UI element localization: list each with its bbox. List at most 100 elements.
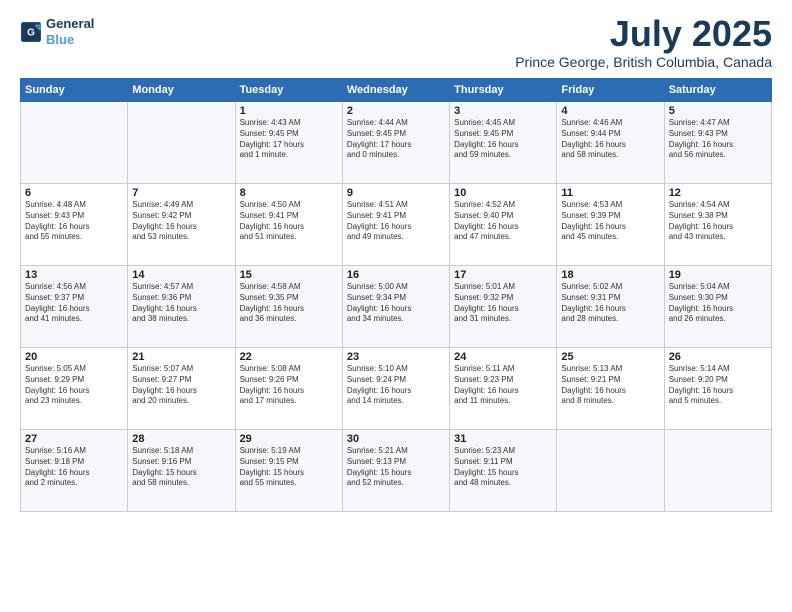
calendar-cell: 19Sunrise: 5:04 AM Sunset: 9:30 PM Dayli…: [664, 266, 771, 348]
day-info: Sunrise: 4:52 AM Sunset: 9:40 PM Dayligh…: [454, 200, 552, 243]
day-number: 3: [454, 105, 552, 117]
calendar-cell: [128, 102, 235, 184]
day-info: Sunrise: 5:19 AM Sunset: 9:15 PM Dayligh…: [240, 446, 338, 489]
calendar-cell: 13Sunrise: 4:56 AM Sunset: 9:37 PM Dayli…: [21, 266, 128, 348]
calendar-cell: 24Sunrise: 5:11 AM Sunset: 9:23 PM Dayli…: [450, 348, 557, 430]
calendar-cell: 6Sunrise: 4:48 AM Sunset: 9:43 PM Daylig…: [21, 184, 128, 266]
calendar-cell: 11Sunrise: 4:53 AM Sunset: 9:39 PM Dayli…: [557, 184, 664, 266]
day-number: 7: [132, 187, 230, 199]
day-number: 31: [454, 433, 552, 445]
calendar-cell: 12Sunrise: 4:54 AM Sunset: 9:38 PM Dayli…: [664, 184, 771, 266]
day-info: Sunrise: 4:51 AM Sunset: 9:41 PM Dayligh…: [347, 200, 445, 243]
day-number: 28: [132, 433, 230, 445]
day-info: Sunrise: 4:56 AM Sunset: 9:37 PM Dayligh…: [25, 282, 123, 325]
day-number: 26: [669, 351, 767, 363]
day-number: 12: [669, 187, 767, 199]
calendar-cell: 27Sunrise: 5:16 AM Sunset: 9:18 PM Dayli…: [21, 430, 128, 512]
day-info: Sunrise: 5:23 AM Sunset: 9:11 PM Dayligh…: [454, 446, 552, 489]
calendar-cell: 31Sunrise: 5:23 AM Sunset: 9:11 PM Dayli…: [450, 430, 557, 512]
day-info: Sunrise: 4:44 AM Sunset: 9:45 PM Dayligh…: [347, 118, 445, 161]
calendar-cell: 21Sunrise: 5:07 AM Sunset: 9:27 PM Dayli…: [128, 348, 235, 430]
calendar-cell: 29Sunrise: 5:19 AM Sunset: 9:15 PM Dayli…: [235, 430, 342, 512]
calendar-cell: 26Sunrise: 5:14 AM Sunset: 9:20 PM Dayli…: [664, 348, 771, 430]
day-number: 30: [347, 433, 445, 445]
day-info: Sunrise: 5:11 AM Sunset: 9:23 PM Dayligh…: [454, 364, 552, 407]
week-row-1: 1Sunrise: 4:43 AM Sunset: 9:45 PM Daylig…: [21, 102, 772, 184]
day-number: 15: [240, 269, 338, 281]
day-info: Sunrise: 5:05 AM Sunset: 9:29 PM Dayligh…: [25, 364, 123, 407]
day-number: 29: [240, 433, 338, 445]
day-info: Sunrise: 5:18 AM Sunset: 9:16 PM Dayligh…: [132, 446, 230, 489]
day-info: Sunrise: 5:08 AM Sunset: 9:26 PM Dayligh…: [240, 364, 338, 407]
day-info: Sunrise: 4:45 AM Sunset: 9:45 PM Dayligh…: [454, 118, 552, 161]
calendar-cell: 4Sunrise: 4:46 AM Sunset: 9:44 PM Daylig…: [557, 102, 664, 184]
day-number: 2: [347, 105, 445, 117]
calendar-cell: 18Sunrise: 5:02 AM Sunset: 9:31 PM Dayli…: [557, 266, 664, 348]
calendar-cell: [21, 102, 128, 184]
day-info: Sunrise: 5:13 AM Sunset: 9:21 PM Dayligh…: [561, 364, 659, 407]
page-header: G General Blue July 2025 Prince George, …: [20, 16, 772, 70]
day-info: Sunrise: 4:53 AM Sunset: 9:39 PM Dayligh…: [561, 200, 659, 243]
day-number: 9: [347, 187, 445, 199]
calendar-cell: 8Sunrise: 4:50 AM Sunset: 9:41 PM Daylig…: [235, 184, 342, 266]
main-title: July 2025: [515, 16, 772, 52]
calendar-cell: 1Sunrise: 4:43 AM Sunset: 9:45 PM Daylig…: [235, 102, 342, 184]
calendar-table: SundayMondayTuesdayWednesdayThursdayFrid…: [20, 78, 772, 512]
day-info: Sunrise: 4:48 AM Sunset: 9:43 PM Dayligh…: [25, 200, 123, 243]
day-info: Sunrise: 5:14 AM Sunset: 9:20 PM Dayligh…: [669, 364, 767, 407]
calendar-cell: 7Sunrise: 4:49 AM Sunset: 9:42 PM Daylig…: [128, 184, 235, 266]
day-info: Sunrise: 5:16 AM Sunset: 9:18 PM Dayligh…: [25, 446, 123, 489]
day-number: 17: [454, 269, 552, 281]
day-number: 20: [25, 351, 123, 363]
day-info: Sunrise: 4:57 AM Sunset: 9:36 PM Dayligh…: [132, 282, 230, 325]
day-number: 18: [561, 269, 659, 281]
day-number: 19: [669, 269, 767, 281]
day-number: 27: [25, 433, 123, 445]
day-header-saturday: Saturday: [664, 79, 771, 102]
day-number: 22: [240, 351, 338, 363]
day-info: Sunrise: 4:43 AM Sunset: 9:45 PM Dayligh…: [240, 118, 338, 161]
day-info: Sunrise: 4:49 AM Sunset: 9:42 PM Dayligh…: [132, 200, 230, 243]
day-header-monday: Monday: [128, 79, 235, 102]
day-number: 5: [669, 105, 767, 117]
day-number: 8: [240, 187, 338, 199]
day-info: Sunrise: 5:00 AM Sunset: 9:34 PM Dayligh…: [347, 282, 445, 325]
calendar-cell: 9Sunrise: 4:51 AM Sunset: 9:41 PM Daylig…: [342, 184, 449, 266]
calendar-cell: 15Sunrise: 4:58 AM Sunset: 9:35 PM Dayli…: [235, 266, 342, 348]
week-row-5: 27Sunrise: 5:16 AM Sunset: 9:18 PM Dayli…: [21, 430, 772, 512]
calendar-cell: 14Sunrise: 4:57 AM Sunset: 9:36 PM Dayli…: [128, 266, 235, 348]
day-number: 13: [25, 269, 123, 281]
day-number: 4: [561, 105, 659, 117]
day-header-friday: Friday: [557, 79, 664, 102]
day-header-wednesday: Wednesday: [342, 79, 449, 102]
day-info: Sunrise: 5:21 AM Sunset: 9:13 PM Dayligh…: [347, 446, 445, 489]
calendar-cell: 5Sunrise: 4:47 AM Sunset: 9:43 PM Daylig…: [664, 102, 771, 184]
calendar-cell: [664, 430, 771, 512]
day-info: Sunrise: 5:01 AM Sunset: 9:32 PM Dayligh…: [454, 282, 552, 325]
day-info: Sunrise: 5:07 AM Sunset: 9:27 PM Dayligh…: [132, 364, 230, 407]
day-header-thursday: Thursday: [450, 79, 557, 102]
title-block: July 2025 Prince George, British Columbi…: [515, 16, 772, 70]
calendar-cell: 17Sunrise: 5:01 AM Sunset: 9:32 PM Dayli…: [450, 266, 557, 348]
svg-text:G: G: [27, 27, 35, 38]
day-number: 25: [561, 351, 659, 363]
calendar-cell: 10Sunrise: 4:52 AM Sunset: 9:40 PM Dayli…: [450, 184, 557, 266]
day-number: 10: [454, 187, 552, 199]
week-row-3: 13Sunrise: 4:56 AM Sunset: 9:37 PM Dayli…: [21, 266, 772, 348]
day-info: Sunrise: 5:02 AM Sunset: 9:31 PM Dayligh…: [561, 282, 659, 325]
logo-icon: G: [20, 21, 42, 43]
calendar-cell: 22Sunrise: 5:08 AM Sunset: 9:26 PM Dayli…: [235, 348, 342, 430]
calendar-cell: 25Sunrise: 5:13 AM Sunset: 9:21 PM Dayli…: [557, 348, 664, 430]
day-number: 1: [240, 105, 338, 117]
calendar-cell: 2Sunrise: 4:44 AM Sunset: 9:45 PM Daylig…: [342, 102, 449, 184]
calendar-cell: 3Sunrise: 4:45 AM Sunset: 9:45 PM Daylig…: [450, 102, 557, 184]
day-header-tuesday: Tuesday: [235, 79, 342, 102]
logo-text: General Blue: [46, 16, 94, 47]
day-number: 6: [25, 187, 123, 199]
calendar-cell: [557, 430, 664, 512]
logo: G General Blue: [20, 16, 94, 47]
day-info: Sunrise: 5:04 AM Sunset: 9:30 PM Dayligh…: [669, 282, 767, 325]
calendar-cell: 30Sunrise: 5:21 AM Sunset: 9:13 PM Dayli…: [342, 430, 449, 512]
day-info: Sunrise: 4:50 AM Sunset: 9:41 PM Dayligh…: [240, 200, 338, 243]
day-info: Sunrise: 4:47 AM Sunset: 9:43 PM Dayligh…: [669, 118, 767, 161]
